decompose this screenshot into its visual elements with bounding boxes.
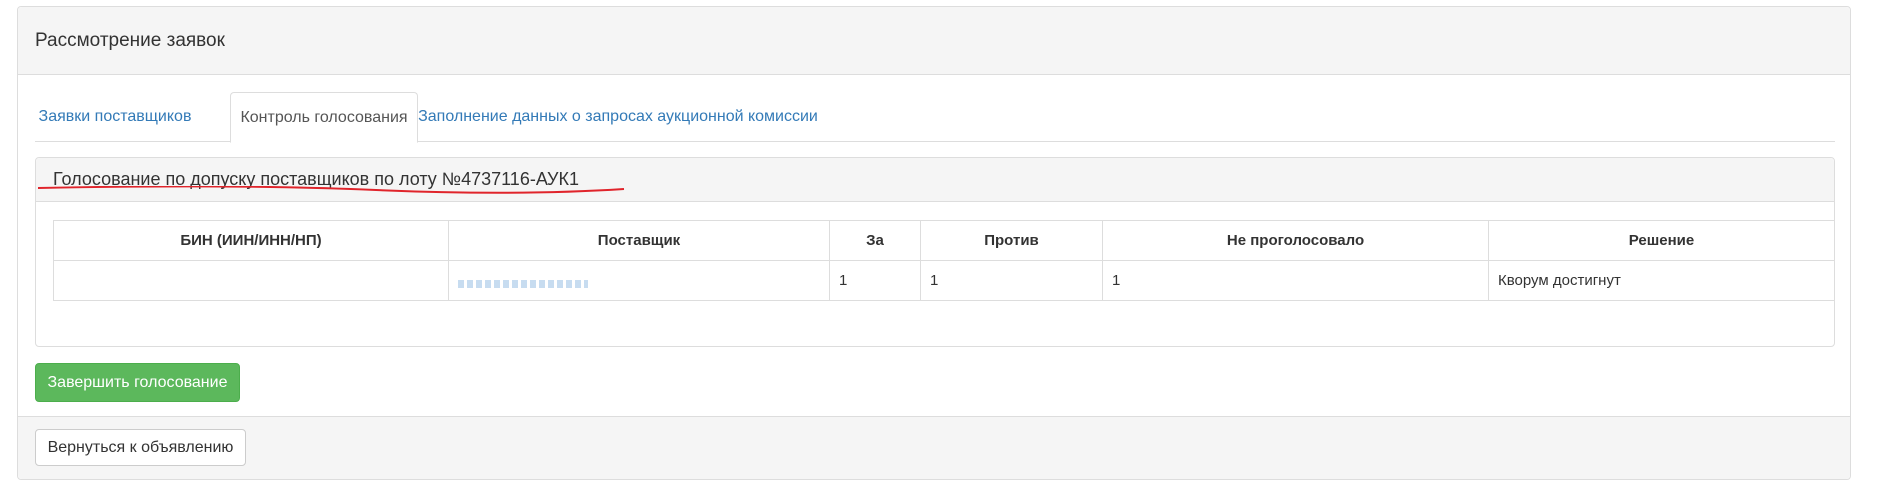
tab-supplier-applications[interactable]: Заявки поставщиков [35,92,195,142]
column-header-against: Против [920,220,1103,261]
voting-panel: Голосование по допуску поставщиков по ло… [35,157,1835,347]
red-underline-annotation [37,186,625,194]
review-panel: Рассмотрение заявок Заявки поставщиков К… [17,6,1851,480]
cell-against: 1 [920,260,1103,301]
table-row: 1 1 1 Кворум достигнут [53,260,1835,301]
supplier-link-redacted[interactable] [458,279,588,288]
tab-commission-requests[interactable]: Заполнение данных о запросах аукционной … [418,92,818,142]
tab-voting-control[interactable]: Контроль голосования [230,92,418,143]
tabs-bar: Заявки поставщиков Контроль голосования … [35,92,1835,143]
finish-voting-button[interactable]: Завершить голосование [35,363,240,402]
table-header-row: БИН (ИИН/ИНН/НП) Поставщик За Против Не … [53,220,1835,261]
page-title: Рассмотрение заявок [35,29,225,51]
cell-supplier[interactable] [448,260,830,301]
cell-for: 1 [829,260,921,301]
column-header-for: За [829,220,921,261]
column-header-not-voted: Не проголосовало [1102,220,1489,261]
cell-bin [53,260,449,301]
voting-panel-heading: Голосование по допуску поставщиков по ло… [36,158,1834,202]
panel-heading: Рассмотрение заявок [18,7,1850,75]
cell-not-voted: 1 [1102,260,1489,301]
column-header-decision: Решение [1488,220,1835,261]
cell-decision: Кворум достигнут [1488,260,1835,301]
voting-table: БИН (ИИН/ИНН/НП) Поставщик За Против Не … [53,220,1835,301]
column-header-bin: БИН (ИИН/ИНН/НП) [53,220,449,261]
column-header-supplier: Поставщик [448,220,830,261]
panel-footer: Вернуться к объявлению [18,416,1850,479]
back-to-announcement-button[interactable]: Вернуться к объявлению [35,429,246,466]
